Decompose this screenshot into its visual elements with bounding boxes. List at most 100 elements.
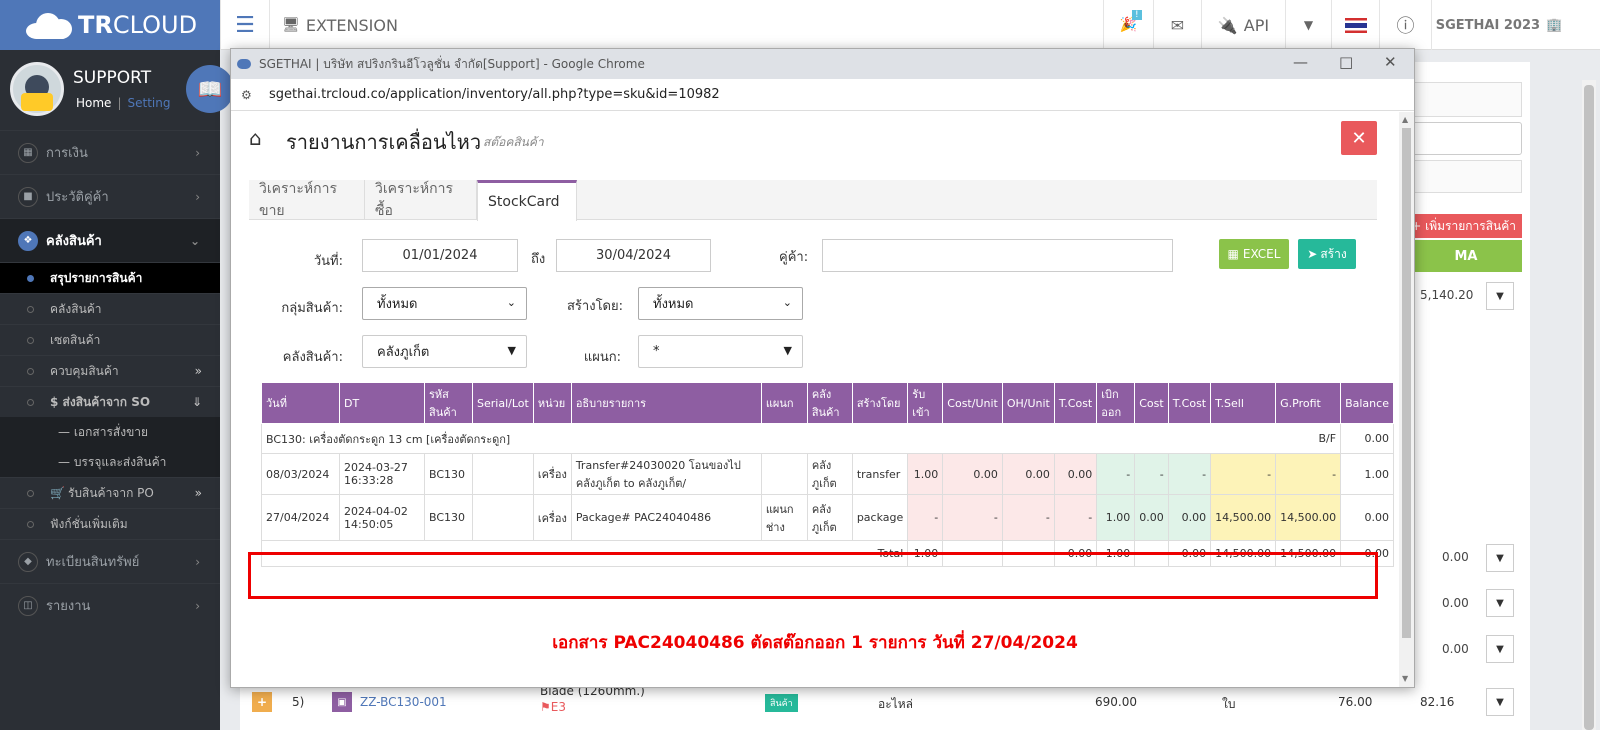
col-gprofit: G.Profit [1275, 382, 1342, 424]
row-dropdown-button[interactable]: ▼ [1486, 544, 1514, 572]
sidebar-subitem-extra-functions[interactable]: ฟังก์ชั่นเพิ่มเติม [0, 508, 220, 539]
stock-value: 76.00 [1338, 695, 1373, 709]
bullet-icon [27, 368, 34, 375]
scroll-down-icon[interactable]: ▼ [1402, 674, 1408, 683]
api-button[interactable]: 🔌 API [1201, 0, 1285, 50]
sidebar-item-partner-history[interactable]: ■ ประวัติคู่ค้า › [0, 174, 220, 218]
home-link[interactable]: Home [76, 96, 111, 110]
cell-description: Package# PAC24040486 [570, 494, 762, 541]
monitor-icon: 🖥 [282, 17, 300, 33]
tag-icon: ⚑ [540, 700, 551, 714]
col-tcost: T.Cost [1167, 382, 1212, 424]
create-button[interactable]: ➤ สร้าง [1298, 239, 1356, 269]
notification-button[interactable]: 🎉 ! [1103, 0, 1153, 50]
page-scrollbar[interactable] [1582, 80, 1596, 730]
cloud-icon [26, 11, 74, 39]
profile-links: Home | Setting [76, 96, 170, 110]
product-group-select[interactable]: ทั้งหมด ⌄ [362, 287, 527, 320]
tab-stockcard[interactable]: StockCard [477, 180, 577, 221]
maximize-icon[interactable]: □ [1339, 53, 1353, 71]
sidebar-item-inventory[interactable]: ❖ คลังสินค้า ⌄ [0, 218, 220, 262]
extension-button[interactable]: 🖥 EXTENSION [270, 0, 410, 50]
report-icon: ◫ [18, 595, 38, 616]
close-button[interactable]: ✕ [1341, 121, 1377, 155]
cell-tcost: - [1167, 453, 1212, 495]
search-input[interactable] [1410, 122, 1522, 155]
sidebar-subitem-receive-po[interactable]: 🛒 รับสินค้าจาก PO» [0, 477, 220, 508]
date-from-input[interactable]: 01/01/2024 [362, 239, 518, 272]
caret-down-icon[interactable]: ▼ [1285, 0, 1331, 50]
tab-purchase-analysis[interactable]: วิเคราะห์การซื้อ [365, 180, 477, 220]
sidebar-item-assets[interactable]: ◆ ทะเบียนสินทรัพย์ › [0, 539, 220, 583]
avatar[interactable] [10, 62, 64, 116]
building-icon: 🏢 [1546, 17, 1563, 33]
separator: | [117, 96, 122, 110]
sidebar-subitem-stock-control[interactable]: ควบคุมสินค้า» [0, 355, 220, 386]
help-icon[interactable]: ⓘ [1379, 0, 1431, 50]
diamond-icon: ◆ [18, 551, 38, 572]
add-item-button[interactable]: + เพิ่มรายการสินค้า [1410, 214, 1522, 238]
popup-scrollbar[interactable]: ▲ ▼ [1399, 112, 1414, 687]
cell-serial [472, 494, 534, 541]
sidebar-subitem-warehouse[interactable]: คลังสินค้า [0, 293, 220, 324]
sidebar-subitem-sales-order[interactable]: — เอกสารสั่งขาย [0, 417, 220, 447]
minimize-icon[interactable]: — [1293, 53, 1308, 71]
brand-logo[interactable]: TRCLOUD [0, 0, 220, 50]
cell-tcost-in: 0.00 [1053, 453, 1098, 495]
address-bar[interactable]: ⚙ sgethai.trcloud.co/application/invento… [231, 79, 1414, 111]
setting-link[interactable]: Setting [127, 96, 170, 110]
book-icon[interactable]: 📖 [186, 65, 234, 113]
company-selector[interactable]: SGETHAI 2023 🏢 [1431, 0, 1566, 50]
sidebar-subitem-product-set[interactable]: เซตสินค้า [0, 324, 220, 355]
excel-button[interactable]: ▦ EXCEL [1219, 239, 1289, 269]
table-row[interactable]: 08/03/2024 2024-03-27 16:33:28 BC130 เคร… [261, 453, 1394, 495]
mail-icon[interactable]: ✉ [1153, 0, 1201, 50]
close-window-icon[interactable]: ✕ [1384, 53, 1397, 71]
date-to-input[interactable]: 30/04/2024 [556, 239, 711, 272]
sidebar-subitem-summary[interactable]: สรุปรายการสินค้า [0, 262, 220, 293]
row-dropdown-button[interactable]: ▼ [1486, 282, 1514, 310]
product-group-label: กลุ่มสินค้า: [281, 301, 343, 316]
url-text[interactable]: sgethai.trcloud.co/application/inventory… [269, 87, 720, 102]
site-settings-icon[interactable]: ⚙ [241, 88, 255, 102]
scroll-up-icon[interactable]: ▲ [1402, 115, 1408, 124]
col-code: รหัส สินค้า [424, 382, 473, 424]
highlight-box [248, 552, 1378, 599]
thai-flag-icon[interactable] [1331, 0, 1379, 50]
tab-sales-analysis[interactable]: วิเคราะห์การขาย [249, 180, 365, 220]
col-unit: หน่วย [532, 382, 572, 424]
row-dropdown-button[interactable]: ▼ [1486, 635, 1514, 663]
partner-input[interactable] [822, 239, 1173, 272]
cell-description: Transfer#24030020 โอนของไปคลังภูเก็ต to … [570, 453, 762, 495]
bf-label: B/F [1275, 423, 1342, 454]
row-dropdown-button[interactable]: ▼ [1486, 589, 1514, 617]
image-icon[interactable]: ▣ [332, 692, 352, 712]
department-select[interactable]: * ▼ [638, 335, 803, 368]
hamburger-menu-icon[interactable]: ☰ [220, 0, 270, 50]
sidebar-item-finance[interactable]: ▦ การเงิน › [0, 130, 220, 174]
col-dt: DT [339, 382, 425, 424]
cell-balance: 1.00 [1340, 453, 1394, 495]
profile-name: SUPPORT [73, 68, 152, 88]
product-code-link[interactable]: ZZ-BC130-001 [360, 695, 447, 709]
sidebar-item-reports[interactable]: ◫ รายงาน › [0, 583, 220, 627]
cell-serial [472, 453, 534, 495]
col-in: รับ เข้า [907, 382, 944, 424]
expand-button[interactable]: + [252, 692, 272, 712]
sidebar: SUPPORT Home | Setting 📖 ▦ การเงิน › ■ ประวัต… [0, 50, 234, 730]
cart-icon: 🛒 [50, 486, 65, 500]
sidebar-subitem-ship-from-so[interactable]: $ ส่งสินค้าจาก SO ⇓ [0, 386, 220, 417]
created-by-select[interactable]: ทั้งหมด ⌄ [638, 287, 803, 320]
window-titlebar[interactable]: SGETHAI | บริษัท สปริงกรินอีโวลูชั่น จำก… [231, 49, 1414, 79]
row-dropdown-button[interactable]: ▼ [1486, 688, 1514, 716]
table-row[interactable]: 27/04/2024 2024-04-02 14:50:05 BC130 เคร… [261, 494, 1394, 541]
warehouse-select[interactable]: คลังภูเก็ต ▼ [362, 335, 527, 368]
home-icon[interactable]: ⌂ [249, 126, 262, 150]
chevron-right-icon: › [195, 598, 200, 613]
price-value: 690.00 [1095, 695, 1137, 709]
tab-bar: วิเคราะห์การขาย วิเคราะห์การซื้อ StockCa… [249, 180, 1377, 221]
cell-out: 1.00 [1096, 494, 1136, 541]
row-value: 0.00 [1442, 550, 1469, 564]
sidebar-subitem-pack-ship[interactable]: — บรรจุและส่งสินค้า [0, 447, 220, 477]
ma-header: MA [1410, 240, 1522, 272]
